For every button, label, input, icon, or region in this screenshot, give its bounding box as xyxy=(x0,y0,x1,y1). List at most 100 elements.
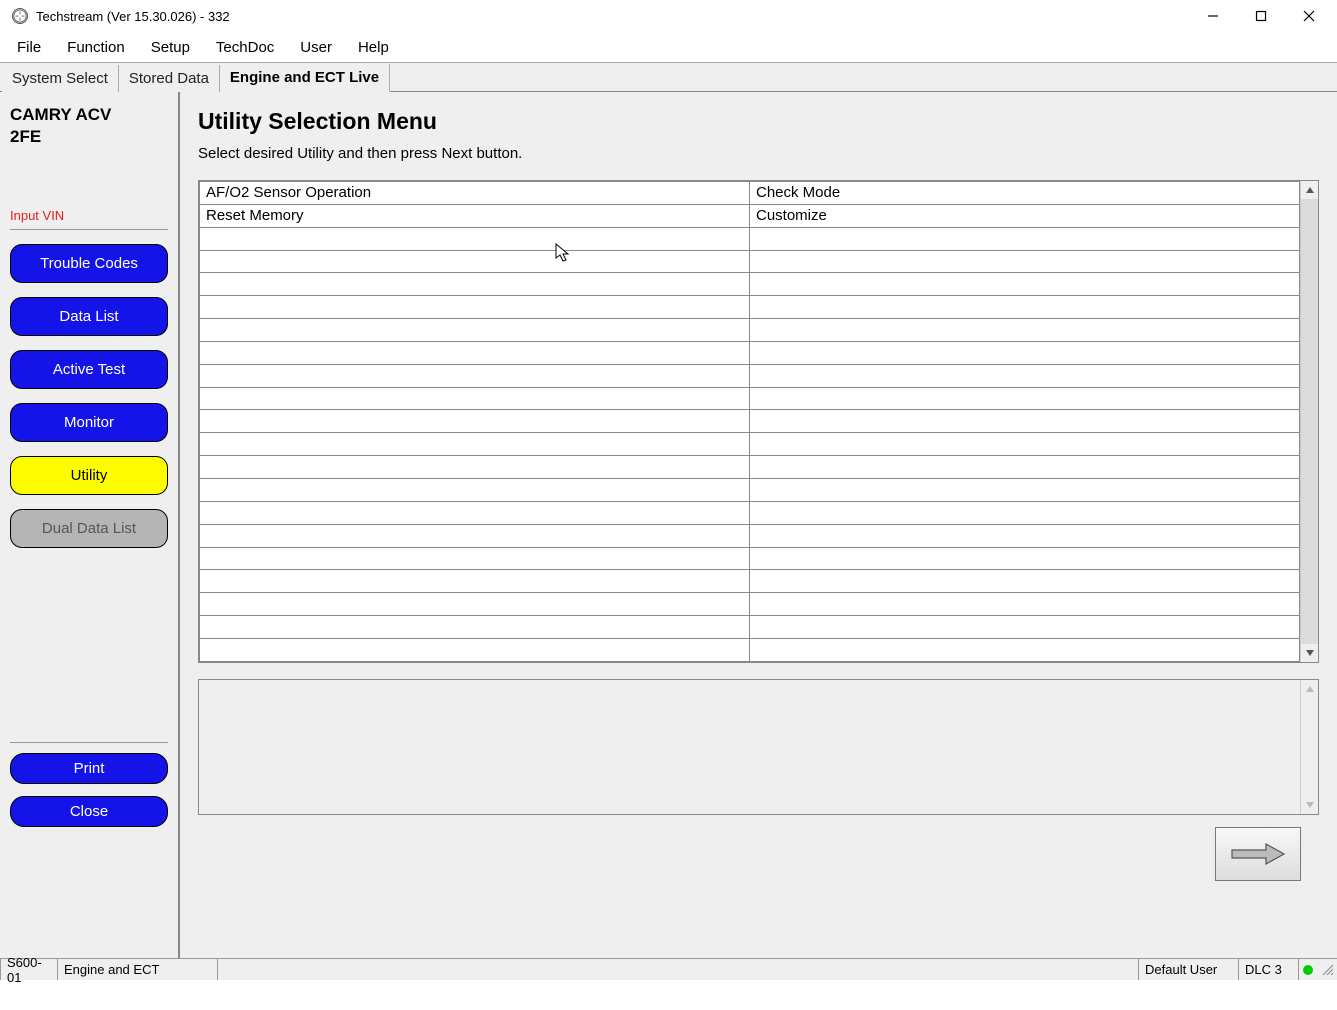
resize-grip-icon xyxy=(1321,963,1335,977)
utility-table: AF/O2 Sensor OperationCheck ModeReset Me… xyxy=(199,181,1300,662)
tab-stored-data[interactable]: Stored Data xyxy=(119,65,220,92)
utility-cell xyxy=(750,341,1300,364)
nav-utility[interactable]: Utility xyxy=(10,456,168,495)
nav-trouble-codes[interactable]: Trouble Codes xyxy=(10,244,168,283)
utility-cell xyxy=(750,616,1300,639)
vehicle-line2: 2FE xyxy=(10,127,41,146)
utility-cell xyxy=(200,387,750,410)
utility-cell xyxy=(750,319,1300,342)
utility-cell xyxy=(200,547,750,570)
tab-system-select[interactable]: System Select xyxy=(2,65,119,92)
utility-cell[interactable]: Check Mode xyxy=(750,182,1300,205)
nav-data-list[interactable]: Data List xyxy=(10,297,168,336)
table-row xyxy=(200,410,1300,433)
description-box xyxy=(198,679,1319,815)
input-vin-link[interactable]: Input VIN xyxy=(10,208,168,230)
table-row xyxy=(200,250,1300,273)
utility-cell xyxy=(750,387,1300,410)
vehicle-label: CAMRY ACV 2FE xyxy=(10,104,168,148)
vehicle-line1: CAMRY ACV xyxy=(10,105,111,124)
scroll-up-icon[interactable] xyxy=(1301,181,1318,199)
utility-cell xyxy=(200,501,750,524)
utility-cell xyxy=(200,616,750,639)
utility-cell[interactable]: AF/O2 Sensor Operation xyxy=(200,182,750,205)
status-system: Engine and ECT xyxy=(58,959,218,980)
workspace: CAMRY ACV 2FE Input VIN Trouble Codes Da… xyxy=(0,92,1337,958)
description-scrollbar xyxy=(1300,680,1318,814)
scroll-track[interactable] xyxy=(1301,199,1318,644)
table-row xyxy=(200,387,1300,410)
utility-cell xyxy=(200,227,750,250)
description-text xyxy=(199,680,1300,814)
sidebar-divider xyxy=(10,742,168,743)
nav-active-test[interactable]: Active Test xyxy=(10,350,168,389)
desc-scroll-down-icon xyxy=(1301,796,1318,814)
utility-cell xyxy=(200,250,750,273)
table-row: AF/O2 Sensor OperationCheck Mode xyxy=(200,182,1300,205)
utility-cell[interactable]: Reset Memory xyxy=(200,204,750,227)
print-button[interactable]: Print xyxy=(10,753,168,784)
table-row xyxy=(200,478,1300,501)
table-row xyxy=(200,433,1300,456)
utility-cell xyxy=(200,524,750,547)
menu-user[interactable]: User xyxy=(288,35,344,60)
table-row xyxy=(200,296,1300,319)
arrow-right-icon xyxy=(1228,840,1288,868)
next-button[interactable] xyxy=(1215,827,1301,881)
utility-table-container: AF/O2 Sensor OperationCheck ModeReset Me… xyxy=(198,180,1319,663)
utility-cell xyxy=(750,478,1300,501)
utility-scrollbar[interactable] xyxy=(1300,181,1318,662)
nav-monitor[interactable]: Monitor xyxy=(10,403,168,442)
menu-setup[interactable]: Setup xyxy=(139,35,202,60)
table-row xyxy=(200,524,1300,547)
minimize-button[interactable] xyxy=(1189,1,1237,31)
table-row xyxy=(200,456,1300,479)
utility-cell xyxy=(750,273,1300,296)
sidebar: CAMRY ACV 2FE Input VIN Trouble Codes Da… xyxy=(0,92,180,958)
window-controls xyxy=(1189,1,1333,31)
menu-function[interactable]: Function xyxy=(55,35,137,60)
utility-cell xyxy=(750,364,1300,387)
utility-cell xyxy=(750,524,1300,547)
utility-cell xyxy=(750,410,1300,433)
table-row: Reset MemoryCustomize xyxy=(200,204,1300,227)
utility-cell xyxy=(200,478,750,501)
tab-engine-ect-live[interactable]: Engine and ECT Live xyxy=(220,64,390,92)
menu-help[interactable]: Help xyxy=(346,35,401,60)
page-title: Utility Selection Menu xyxy=(198,108,1319,135)
main-panel: Utility Selection Menu Select desired Ut… xyxy=(180,92,1337,958)
close-button-sidebar[interactable]: Close xyxy=(10,796,168,827)
utility-cell xyxy=(750,250,1300,273)
scroll-down-icon[interactable] xyxy=(1301,644,1318,662)
utility-cell xyxy=(200,364,750,387)
next-button-row xyxy=(198,815,1319,881)
nav-dual-data-list: Dual Data List xyxy=(10,509,168,548)
menu-file[interactable]: File xyxy=(5,35,53,60)
menu-bar: File Function Setup TechDoc User Help xyxy=(0,32,1337,62)
connection-status-icon xyxy=(1303,965,1313,975)
maximize-button[interactable] xyxy=(1237,1,1285,31)
utility-cell[interactable]: Customize xyxy=(750,204,1300,227)
utility-cell xyxy=(750,547,1300,570)
window-title: Techstream (Ver 15.30.026) - 332 xyxy=(36,9,230,24)
desc-scroll-track xyxy=(1301,698,1318,796)
menu-techdoc[interactable]: TechDoc xyxy=(204,35,286,60)
table-row xyxy=(200,616,1300,639)
utility-cell xyxy=(200,319,750,342)
utility-cell xyxy=(200,638,750,661)
utility-cell xyxy=(750,456,1300,479)
utility-cell xyxy=(750,638,1300,661)
status-user: Default User xyxy=(1139,959,1239,980)
status-code: S600-01 xyxy=(0,959,58,980)
table-row xyxy=(200,319,1300,342)
table-row xyxy=(200,570,1300,593)
close-button[interactable] xyxy=(1285,1,1333,31)
utility-cell xyxy=(200,410,750,433)
table-row xyxy=(200,638,1300,661)
status-dlc: DLC 3 xyxy=(1239,959,1299,980)
table-row xyxy=(200,273,1300,296)
status-spacer xyxy=(218,959,1139,980)
table-row xyxy=(200,364,1300,387)
utility-cell xyxy=(750,227,1300,250)
utility-cell xyxy=(750,296,1300,319)
